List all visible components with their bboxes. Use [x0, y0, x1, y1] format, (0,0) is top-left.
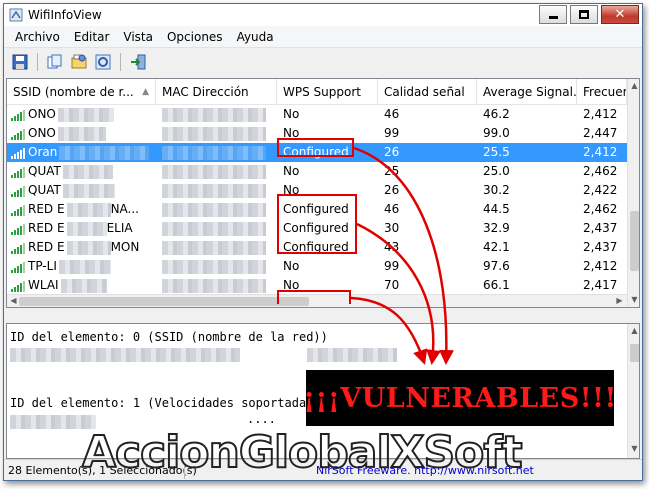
watermark-text: AccionGlobalXSoft	[81, 426, 524, 479]
arrow-from-bottom-box	[350, 296, 428, 365]
vulnerable-text: ¡¡¡VULNERABLES!!!	[303, 382, 617, 414]
vulnerable-banner: ¡¡¡VULNERABLES!!!	[303, 370, 617, 426]
arrow-from-group-box	[356, 222, 441, 365]
